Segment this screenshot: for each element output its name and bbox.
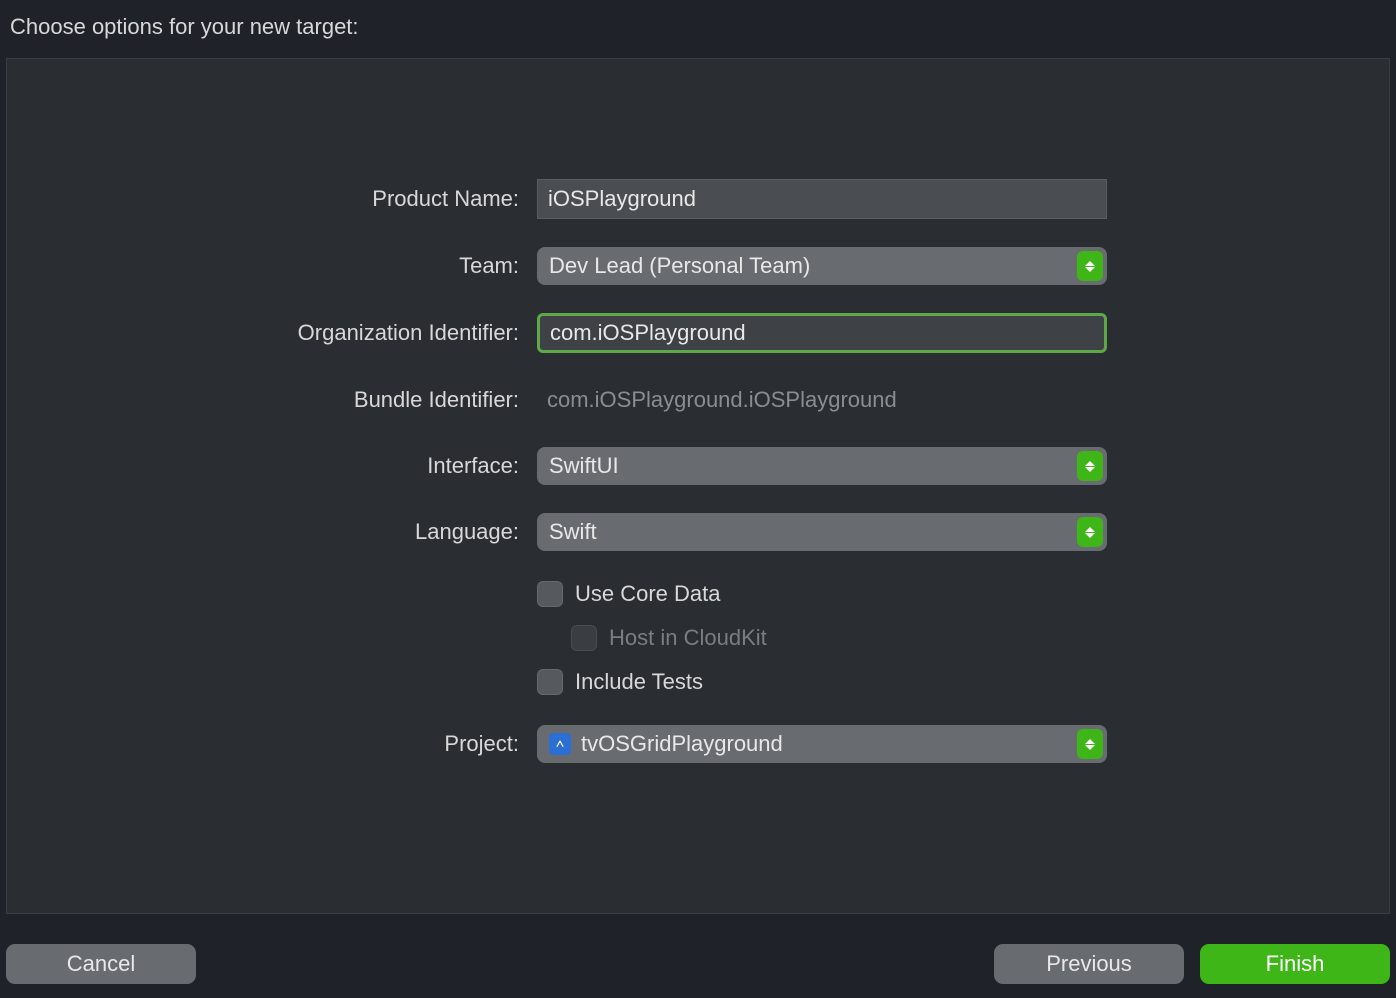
- organization-identifier-input[interactable]: [537, 313, 1107, 353]
- label-language: Language:: [7, 519, 537, 545]
- row-checkboxes: Use Core Data Host in CloudKit Include T…: [7, 579, 1389, 697]
- row-interface: Interface: SwiftUI: [7, 447, 1389, 485]
- row-bundle-id: Bundle Identifier: com.iOSPlayground.iOS…: [7, 381, 1389, 419]
- row-product-name: Product Name:: [7, 179, 1389, 219]
- bundle-identifier-value: com.iOSPlayground.iOSPlayground: [537, 381, 907, 419]
- label-project: Project:: [7, 731, 537, 757]
- team-select-value: Dev Lead (Personal Team): [549, 253, 810, 279]
- use-core-data-row: Use Core Data: [537, 579, 767, 609]
- chevron-updown-icon: [1077, 451, 1103, 481]
- form-panel: Product Name: Team: Dev Lead (Personal T…: [6, 58, 1390, 914]
- label-product-name: Product Name:: [7, 186, 537, 212]
- interface-select[interactable]: SwiftUI: [537, 447, 1107, 485]
- dialog-title: Choose options for your new target:: [10, 14, 359, 39]
- chevron-updown-icon: [1077, 517, 1103, 547]
- finish-button[interactable]: Finish: [1200, 944, 1390, 984]
- interface-select-value: SwiftUI: [549, 453, 619, 479]
- project-select[interactable]: tvOSGridPlayground: [537, 725, 1107, 763]
- dialog-header: Choose options for your new target:: [0, 0, 1396, 58]
- use-core-data-label: Use Core Data: [575, 581, 721, 607]
- use-core-data-checkbox[interactable]: [537, 581, 563, 607]
- xcode-project-icon: [549, 733, 571, 755]
- chevron-updown-icon: [1077, 729, 1103, 759]
- product-name-input[interactable]: [537, 179, 1107, 219]
- language-select-value: Swift: [549, 519, 597, 545]
- host-cloudkit-label: Host in CloudKit: [609, 625, 767, 651]
- include-tests-row: Include Tests: [537, 667, 767, 697]
- dialog-footer: Cancel Previous Finish: [0, 914, 1396, 998]
- include-tests-label: Include Tests: [575, 669, 703, 695]
- label-org-id: Organization Identifier:: [7, 320, 537, 346]
- include-tests-checkbox[interactable]: [537, 669, 563, 695]
- form: Product Name: Team: Dev Lead (Personal T…: [7, 179, 1389, 763]
- row-team: Team: Dev Lead (Personal Team): [7, 247, 1389, 285]
- row-org-id: Organization Identifier:: [7, 313, 1389, 353]
- host-cloudkit-row: Host in CloudKit: [537, 623, 767, 653]
- label-bundle-id: Bundle Identifier:: [7, 387, 537, 413]
- host-cloudkit-checkbox: [571, 625, 597, 651]
- label-interface: Interface:: [7, 453, 537, 479]
- previous-button[interactable]: Previous: [994, 944, 1184, 984]
- cancel-button[interactable]: Cancel: [6, 944, 196, 984]
- language-select[interactable]: Swift: [537, 513, 1107, 551]
- project-select-value: tvOSGridPlayground: [581, 731, 783, 757]
- chevron-updown-icon: [1077, 251, 1103, 281]
- row-project: Project: tvOSGridPlayground: [7, 725, 1389, 763]
- row-language: Language: Swift: [7, 513, 1389, 551]
- team-select[interactable]: Dev Lead (Personal Team): [537, 247, 1107, 285]
- label-team: Team:: [7, 253, 537, 279]
